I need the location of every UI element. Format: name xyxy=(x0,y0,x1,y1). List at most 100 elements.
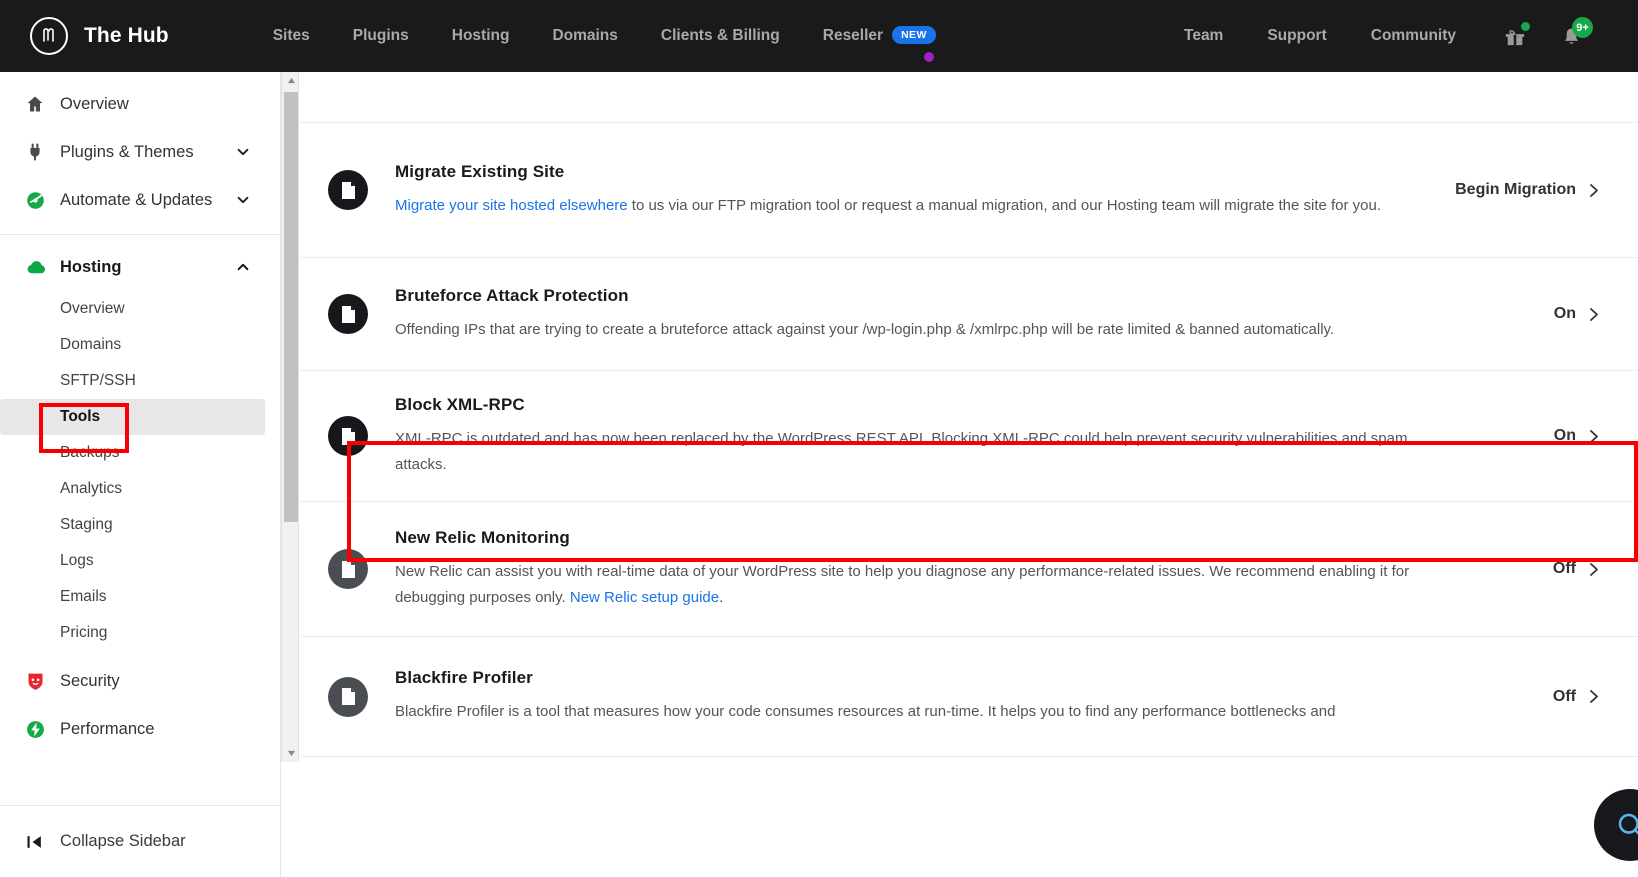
chevron-right-icon xyxy=(1589,562,1600,577)
sidebar-item-plugins-themes-label: Plugins & Themes xyxy=(60,142,194,161)
file-icon xyxy=(328,676,368,717)
chevron-down-icon[interactable] xyxy=(236,193,250,207)
blackfire-status-button[interactable]: Off xyxy=(1553,688,1600,706)
nav-item-community[interactable]: Community xyxy=(1371,27,1456,45)
nav-item-domains[interactable]: Domains xyxy=(552,27,617,45)
sidebar-item-hosting-backups-label: Backups xyxy=(60,444,120,461)
sidebar-item-hosting-analytics-label: Analytics xyxy=(60,480,123,497)
row-description: XML-RPC is outdated and has now been rep… xyxy=(395,429,1408,473)
collapse-sidebar-button[interactable]: Collapse Sidebar xyxy=(0,805,280,877)
secondary-nav: Team Support Community 9+ xyxy=(1184,17,1634,51)
chevron-up-icon[interactable] xyxy=(236,260,250,274)
row-body: New Relic Monitoring New Relic can assis… xyxy=(395,528,1485,611)
top-header-bar: The Hub Sites Plugins Hosting Domains Cl… xyxy=(0,0,1638,72)
sidebar-item-security[interactable]: Security xyxy=(0,657,280,705)
sidebar-item-hosting-logs[interactable]: Logs xyxy=(0,543,280,579)
sidebar: Overview Plugins & Themes Automate & Upd… xyxy=(0,72,281,877)
sidebar-item-performance[interactable]: Performance xyxy=(0,705,280,753)
hub-logo-icon xyxy=(30,17,68,55)
gift-notification-dot xyxy=(1521,22,1530,31)
nav-item-reseller-label: Reseller xyxy=(822,27,884,45)
bruteforce-status-label: On xyxy=(1553,305,1576,322)
file-icon xyxy=(328,549,368,589)
nav-item-team[interactable]: Team xyxy=(1184,27,1223,45)
chevron-down-icon[interactable] xyxy=(236,145,250,159)
begin-migration-button[interactable]: Begin Migration xyxy=(1455,181,1600,199)
hamburger-menu-icon[interactable] xyxy=(1612,21,1634,51)
row-migrate-existing-site[interactable]: Migrate Existing Site Migrate your site … xyxy=(300,123,1638,258)
new-relic-status-button[interactable]: Off xyxy=(1553,560,1600,578)
bruteforce-status-button[interactable]: On xyxy=(1554,305,1600,323)
row-title: New Relic Monitoring xyxy=(395,527,570,547)
sidebar-item-plugins-themes[interactable]: Plugins & Themes xyxy=(0,128,280,176)
row-description-text: to us via our FTP migration tool or requ… xyxy=(627,196,1382,214)
migrate-site-link[interactable]: Migrate your site hosted elsewhere xyxy=(395,197,628,214)
row-blackfire-profiler[interactable]: Blackfire Profiler Blackfire Profiler is… xyxy=(300,637,1638,757)
nav-item-hosting[interactable]: Hosting xyxy=(452,27,510,45)
sidebar-item-hosting-logs-label: Logs xyxy=(60,552,94,569)
new-relic-setup-guide-link[interactable]: New Relic setup guide xyxy=(570,589,719,606)
sidebar-item-overview[interactable]: Overview xyxy=(0,80,280,128)
nav-item-support[interactable]: Support xyxy=(1267,27,1326,45)
file-icon xyxy=(328,294,368,334)
sidebar-item-hosting-overview[interactable]: Overview xyxy=(0,291,280,327)
row-body: Block XML-RPC XML-RPC is outdated and ha… xyxy=(395,395,1475,478)
nav-item-reseller[interactable]: Reseller NEW xyxy=(822,25,936,63)
new-badge: NEW xyxy=(892,25,936,44)
sidebar-scroll-filler xyxy=(281,762,299,877)
row-description: Blackfire Profiler is a tool that measur… xyxy=(395,703,1336,721)
sidebar-item-hosting-backups[interactable]: Backups xyxy=(0,435,280,471)
row-title: Block XML-RPC xyxy=(395,394,525,414)
partial-row-top xyxy=(300,72,1638,123)
row-new-relic-monitoring[interactable]: New Relic Monitoring New Relic can assis… xyxy=(300,502,1638,637)
chevron-right-icon xyxy=(1589,429,1600,444)
nav-item-clients-billing[interactable]: Clients & Billing xyxy=(661,27,780,45)
chevron-right-icon xyxy=(1589,183,1600,198)
row-bruteforce-attack-protection[interactable]: Bruteforce Attack Protection Offending I… xyxy=(300,258,1638,371)
sidebar-item-hosting-pricing[interactable]: Pricing xyxy=(0,615,280,651)
bell-icon[interactable]: 9+ xyxy=(1556,17,1593,51)
sidebar-item-hosting-sftp-ssh[interactable]: SFTP/SSH xyxy=(0,363,280,399)
notification-count-badge: 9+ xyxy=(1572,17,1593,38)
row-description-tail: . xyxy=(719,588,724,606)
nav-item-plugins[interactable]: Plugins xyxy=(353,27,409,45)
sidebar-top-group: Overview Plugins & Themes Automate & Upd… xyxy=(0,72,280,234)
sidebar-item-hosting-label: Hosting xyxy=(60,257,122,276)
home-icon xyxy=(25,94,51,114)
gift-icon[interactable] xyxy=(1500,21,1530,51)
row-body: Blackfire Profiler Blackfire Profiler is… xyxy=(395,668,1485,725)
sidebar-scrollbar-thumb[interactable] xyxy=(284,92,298,522)
row-body: Migrate Existing Site Migrate your site … xyxy=(395,162,1455,219)
file-icon xyxy=(328,170,368,210)
brand[interactable]: The Hub xyxy=(30,17,169,55)
chat-support-icon[interactable] xyxy=(1594,789,1638,861)
collapse-sidebar-label: Collapse Sidebar xyxy=(60,832,186,850)
sidebar-item-automate-updates[interactable]: Automate & Updates xyxy=(0,176,280,224)
sidebar-item-hosting-emails[interactable]: Emails xyxy=(0,579,280,615)
block-xml-rpc-status-button[interactable]: On xyxy=(1554,427,1600,445)
reseller-notification-dot xyxy=(923,52,934,63)
sidebar-item-hosting-emails-label: Emails xyxy=(60,588,107,605)
row-block-xml-rpc[interactable]: Block XML-RPC XML-RPC is outdated and ha… xyxy=(300,371,1638,502)
scroll-up-arrow-icon[interactable] xyxy=(282,72,300,89)
automate-icon xyxy=(25,190,51,211)
sidebar-item-hosting-domains[interactable]: Domains xyxy=(0,327,280,363)
scroll-down-arrow-icon[interactable] xyxy=(282,745,300,762)
row-body: Bruteforce Attack Protection Offending I… xyxy=(395,286,1535,343)
nav-item-sites[interactable]: Sites xyxy=(273,27,310,45)
sidebar-item-automate-updates-label: Automate & Updates xyxy=(60,190,213,209)
sidebar-item-hosting-staging[interactable]: Staging xyxy=(0,507,280,543)
sidebar-scrollbar[interactable] xyxy=(281,72,299,762)
sidebar-item-hosting-staging-label: Staging xyxy=(60,516,113,533)
sidebar-item-hosting-tools[interactable]: Tools xyxy=(0,399,265,435)
chevron-right-icon xyxy=(1589,689,1600,704)
sidebar-item-hosting-domains-label: Domains xyxy=(60,336,122,353)
row-description: Offending IPs that are trying to create … xyxy=(395,320,1335,338)
brand-name: The Hub xyxy=(84,24,169,47)
sidebar-item-performance-label: Performance xyxy=(60,719,155,738)
sidebar-item-hosting-analytics[interactable]: Analytics xyxy=(0,471,280,507)
row-description: Migrate your site hosted elsewhere to us… xyxy=(395,193,1437,219)
sidebar-item-hosting[interactable]: Hosting xyxy=(0,243,280,291)
row-description-text: New Relic can assist you with real-time … xyxy=(395,562,1410,606)
begin-migration-label: Begin Migration xyxy=(1455,181,1576,198)
